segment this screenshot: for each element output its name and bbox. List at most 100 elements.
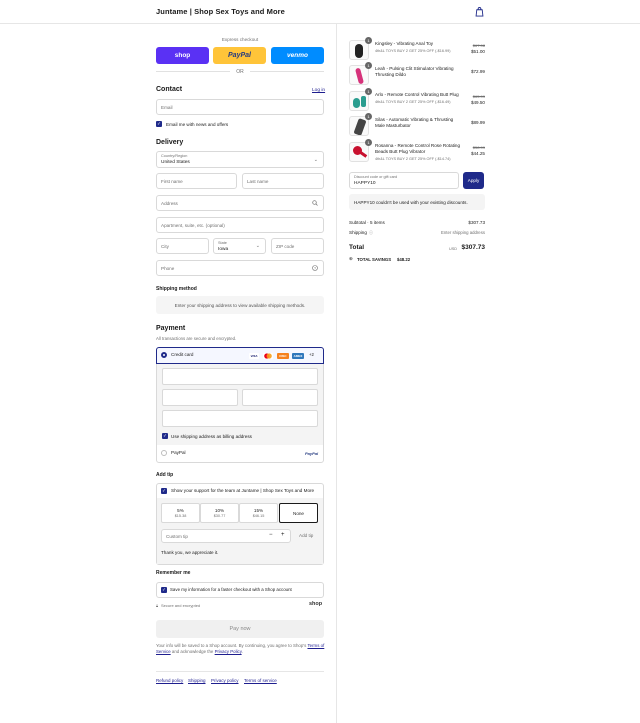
product-price: $49.50 (470, 100, 485, 105)
paypal-button[interactable]: PayPal (213, 47, 266, 64)
product-shape (361, 96, 366, 107)
remember-heading: Remember me (156, 570, 191, 576)
secure-text: Secure and encrypted (161, 603, 201, 608)
add-tip-button[interactable]: Add tip (299, 533, 313, 538)
apply-discount-button[interactable]: Apply (463, 172, 484, 189)
product-name: Kingsley - Vibrating Anal Toy (375, 41, 434, 46)
venmo-button[interactable]: venmo (271, 47, 324, 64)
shipping-label: Shipping (349, 230, 367, 235)
country-value: United States (161, 160, 190, 165)
cart-item: 1 Silas - Automatic Vibrating & Thrustin… (349, 113, 485, 138)
quantity-badge: 1 (365, 37, 372, 44)
city-field[interactable]: City (156, 238, 209, 254)
city-placeholder: City (161, 243, 169, 249)
privacy-link[interactable]: Privacy Policy (215, 649, 242, 654)
apartment-field[interactable]: Apartment, suite, etc. (optional) (156, 217, 324, 233)
amex-icon: AMEX (292, 353, 304, 359)
product-discount: 4th&L TOYS BUY 2 GET 25% OFF (-$16.49) (375, 100, 451, 104)
pay-now-button[interactable]: Pay now (156, 620, 324, 638)
product-shape (353, 118, 367, 135)
or-separator: OR (236, 69, 244, 75)
increase-tip-button[interactable]: + (281, 532, 285, 538)
more-cards-label: +2 (309, 352, 314, 357)
terms-of-service-link[interactable]: Terms of service (244, 678, 277, 683)
credit-card-radio[interactable] (161, 352, 167, 358)
product-discount: 4th&L TOYS BUY 2 GET 25% OFF (-$14.74) (375, 157, 451, 161)
savings-label: TOTAL SAVINGS (357, 257, 392, 262)
tip-percent: 5% (177, 508, 184, 513)
quantity-badge: 1 (365, 62, 372, 69)
discount-value: HAPPY10 (354, 181, 376, 186)
email-placeholder: Email (161, 104, 173, 110)
zip-field[interactable]: ZIP code (271, 238, 324, 254)
decrease-tip-button[interactable]: − (269, 532, 273, 538)
first-name-placeholder: First name (161, 178, 183, 184)
savings-value: $48.22 (397, 257, 411, 262)
card-number-field[interactable] (162, 368, 318, 385)
address-field[interactable]: Address (156, 195, 324, 211)
legal-line: Your info will be saved to a Shop accoun… (156, 643, 307, 648)
tip-percent: None (293, 511, 304, 516)
first-name-field[interactable]: First name (156, 173, 237, 189)
address-placeholder: Address (161, 200, 178, 206)
product-old-price: $67.98 (472, 43, 485, 48)
help-icon[interactable]: ? (312, 265, 318, 271)
phone-placeholder: Phone (161, 265, 175, 271)
tip-option[interactable]: 15% $46.15 (239, 503, 278, 523)
last-name-field[interactable]: Last name (242, 173, 324, 189)
country-select[interactable]: Country/Region United States ⌄ (156, 151, 324, 168)
tip-option-none[interactable]: None (279, 503, 318, 523)
product-price: $89.99 (470, 120, 485, 125)
product-old-price: $65.99 (472, 94, 485, 99)
security-code-field[interactable] (242, 389, 318, 406)
tip-thanks: Thank you, we appreciate it. (161, 550, 219, 555)
cart-item: 1 Rosanna - Remote Control Rose Rotating… (349, 139, 485, 164)
paypal-radio[interactable] (161, 450, 167, 456)
site-header: Juntame | Shop Sex Toys and More (0, 0, 640, 24)
zip-placeholder: ZIP code (276, 243, 295, 249)
quantity-badge: 1 (365, 139, 372, 146)
privacy-policy-link[interactable]: Privacy policy (211, 678, 239, 683)
state-select[interactable]: State Iowa ⌄ (213, 238, 266, 254)
express-checkout-label: Express checkout (221, 37, 259, 42)
shipping-policy-link[interactable]: Shipping (188, 678, 206, 683)
product-price: $44.25 (470, 151, 485, 156)
tip-amount: $15.38 (174, 514, 187, 518)
shop-logo: shop (309, 601, 323, 607)
custom-tip-placeholder: Custom tip (166, 533, 188, 539)
email-field[interactable]: Email (156, 99, 324, 115)
phone-field[interactable]: Phone ? (156, 260, 324, 276)
shopping-bag-icon[interactable] (475, 7, 484, 17)
tip-option[interactable]: 10% $30.77 (200, 503, 239, 523)
store-name[interactable]: Juntame | Shop Sex Toys and More (156, 7, 285, 16)
news-label: Email me with news and offers (166, 122, 229, 127)
help-icon[interactable]: ⓘ (369, 230, 373, 236)
discount-code-field[interactable]: Discount code or gift card HAPPY10 (349, 172, 459, 189)
login-link[interactable]: Log in (312, 88, 325, 93)
discount-label: Discount code or gift card (354, 175, 398, 179)
tip-checkbox[interactable]: ✓ (161, 488, 167, 494)
total-value: $307.73 (461, 244, 486, 251)
tip-option[interactable]: 5% $15.38 (161, 503, 200, 523)
save-info-checkbox[interactable]: ✓ (161, 587, 167, 593)
shipping-value: Enter shipping address (441, 230, 485, 235)
shop-pay-button[interactable]: shop (156, 47, 209, 64)
payment-heading: Payment (156, 325, 186, 332)
payment-subtext: All transactions are secure and encrypte… (156, 336, 237, 341)
expiration-field[interactable] (162, 389, 238, 406)
discover-icon: DISC (277, 353, 289, 359)
refund-policy-link[interactable]: Refund policy (156, 678, 183, 683)
mastercard-icon (263, 353, 273, 359)
last-name-placeholder: Last name (247, 178, 269, 184)
state-label: State (218, 241, 227, 245)
legal-and: and acknowledge the (171, 649, 214, 654)
product-price: $72.99 (470, 69, 485, 74)
product-shape (355, 44, 363, 58)
legal-period: . (241, 649, 243, 654)
tip-heading: Add tip (156, 472, 174, 478)
quantity-badge: 1 (365, 113, 372, 120)
name-on-card-field[interactable] (162, 410, 318, 427)
delivery-heading: Delivery (156, 139, 184, 146)
news-checkbox[interactable]: ✓ (156, 121, 162, 127)
billing-checkbox[interactable]: ✓ (162, 433, 168, 439)
